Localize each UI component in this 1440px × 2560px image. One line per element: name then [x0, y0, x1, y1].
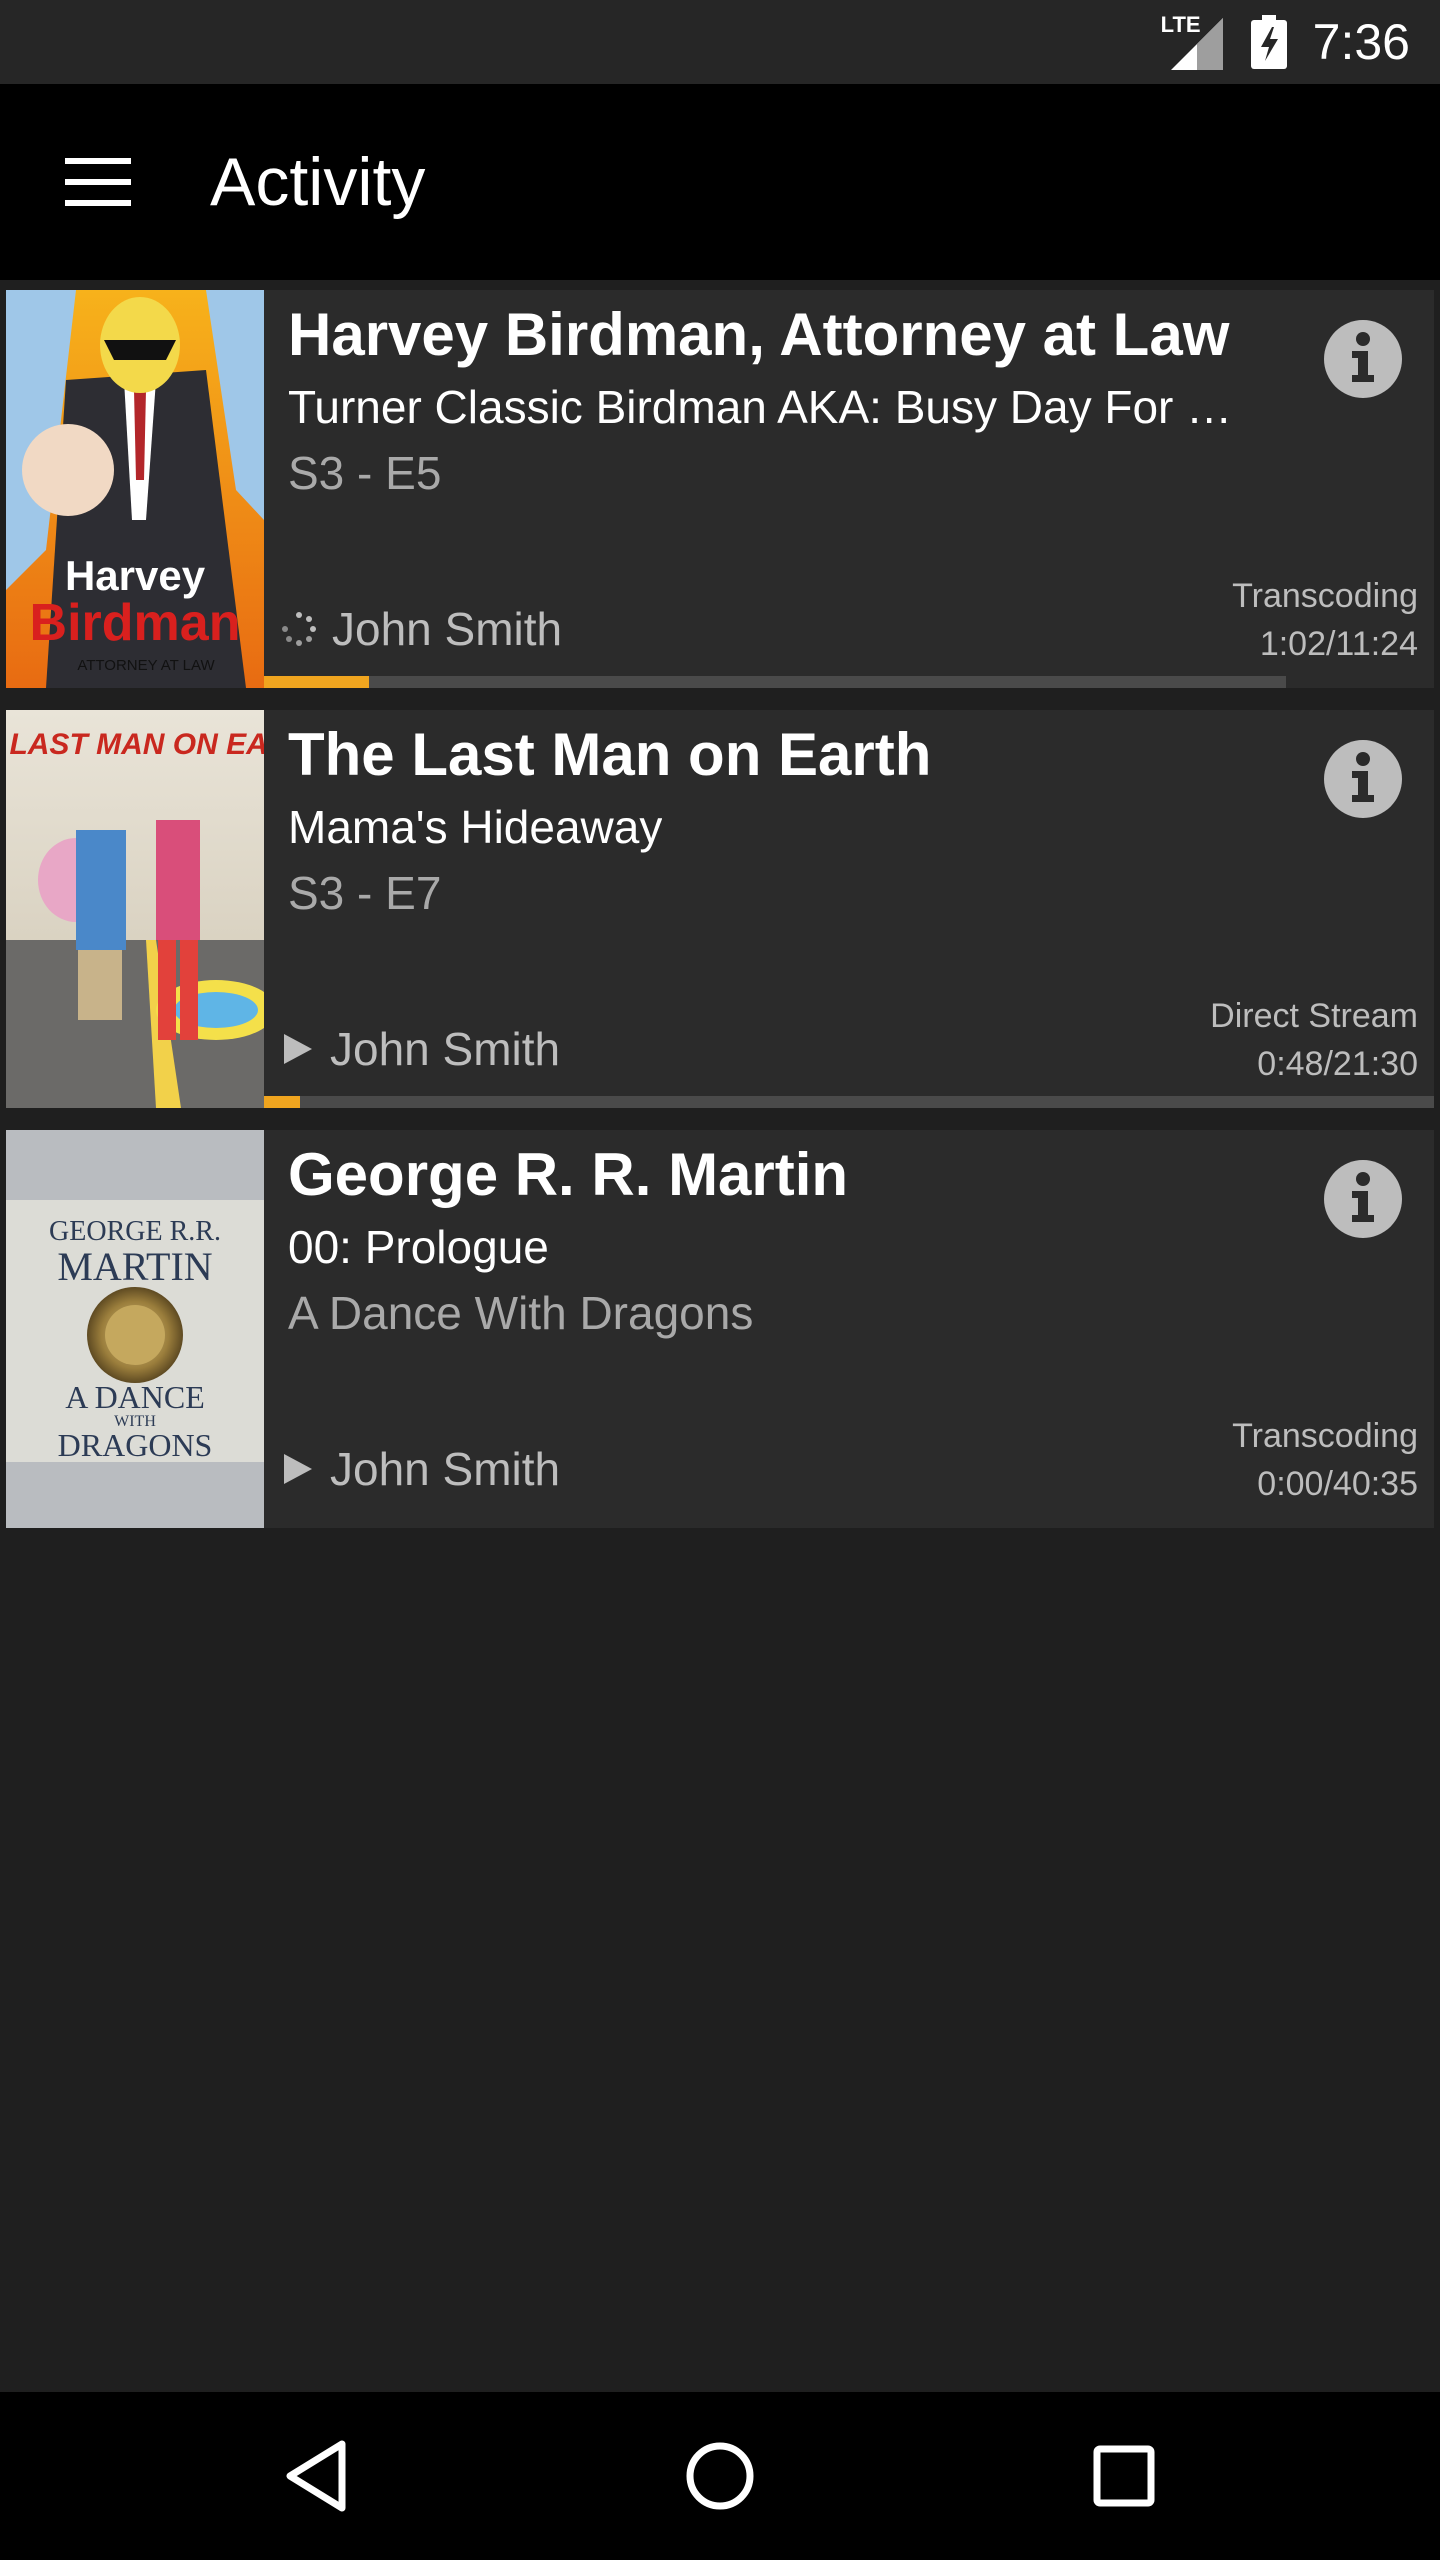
item-detail: A Dance With Dragons [288, 1287, 754, 1339]
system-navigation-bar [0, 2392, 1440, 2560]
stream-info: Transcoding 1:02/11:24 [1232, 572, 1418, 668]
item-subtitle: Mama's Hideaway [288, 801, 663, 853]
recents-square-icon [1093, 2445, 1155, 2507]
activity-card[interactable]: THE LAST MAN ON EARTH The Last Man on Ea… [6, 710, 1434, 1108]
stream-info: Direct Stream 0:48/21:30 [1210, 992, 1418, 1088]
progress-bar [264, 676, 1286, 688]
progress-fill [264, 676, 369, 688]
play-icon [284, 1034, 312, 1064]
user-row: John Smith [282, 1022, 560, 1076]
stream-type: Transcoding [1232, 577, 1418, 615]
stream-info: Transcoding 0:00/40:35 [1232, 1412, 1418, 1508]
hamburger-menu-icon [65, 158, 131, 206]
card-body: Harvey Birdman, Attorney at Law Turner C… [264, 290, 1434, 688]
poster-text: Harvey [65, 552, 206, 599]
info-icon[interactable] [1324, 740, 1402, 818]
info-icon[interactable] [1324, 1160, 1402, 1238]
card-body: George R. R. Martin 00: Prologue A Dance… [264, 1130, 1434, 1528]
item-title: The Last Man on Earth [288, 721, 932, 788]
stream-type: Transcoding [1232, 1417, 1418, 1455]
item-title: Harvey Birdman, Attorney at Law [288, 301, 1230, 368]
user-name: John Smith [332, 603, 563, 655]
signal-icon: LTE [1161, 12, 1225, 72]
poster-thumbnail: GEORGE R.R. MARTIN A DANCE WITH DRAGONS [6, 1130, 264, 1528]
back-triangle-icon [286, 2440, 346, 2512]
app-bar: Activity [0, 84, 1440, 280]
svg-text:MARTIN: MARTIN [57, 1244, 212, 1289]
progress-fill [264, 1096, 300, 1108]
item-detail: S3 - E5 [288, 447, 442, 499]
user-name: John Smith [330, 1023, 561, 1075]
status-bar: LTE 7:36 [0, 0, 1440, 84]
svg-text:Birdman: Birdman [30, 594, 241, 652]
poster-text: GEORGE R.R. [49, 1216, 221, 1247]
poster-thumbnail: THE LAST MAN ON EARTH [6, 710, 264, 1108]
item-subtitle: 00: Prologue [288, 1221, 549, 1273]
poster-text: THE LAST MAN ON EARTH [6, 728, 264, 761]
progress-time: 1:02/11:24 [1259, 625, 1418, 663]
svg-text:ATTORNEY AT LAW: ATTORNEY AT LAW [77, 657, 215, 674]
back-button[interactable] [266, 2426, 366, 2526]
clock: 7:36 [1312, 14, 1410, 70]
svg-text:DRAGONS: DRAGONS [58, 1427, 213, 1463]
recents-button[interactable] [1074, 2426, 1174, 2526]
activity-card[interactable]: Harvey Birdman ATTORNEY AT LAW Harvey Bi… [6, 290, 1434, 688]
svg-text:A DANCE: A DANCE [65, 1379, 205, 1415]
stream-type: Direct Stream [1210, 997, 1418, 1035]
loading-spinner-icon [282, 612, 316, 646]
progress-time: 0:48/21:30 [1257, 1045, 1418, 1083]
card-body: The Last Man on Earth Mama's Hideaway S3… [264, 710, 1434, 1108]
progress-time: 0:00/40:35 [1257, 1465, 1418, 1503]
home-button[interactable] [670, 2426, 770, 2526]
activity-card[interactable]: GEORGE R.R. MARTIN A DANCE WITH DRAGONS … [6, 1130, 1434, 1528]
item-title: George R. R. Martin [288, 1141, 849, 1208]
play-icon [284, 1454, 312, 1484]
user-row: John Smith [282, 1442, 560, 1496]
home-circle-icon [686, 2442, 754, 2510]
user-name: John Smith [330, 1443, 561, 1495]
menu-button[interactable] [48, 132, 148, 232]
item-detail: S3 - E7 [288, 867, 442, 919]
page-title: Activity [210, 144, 426, 220]
info-icon[interactable] [1324, 320, 1402, 398]
user-row: John Smith [282, 602, 562, 656]
progress-bar [264, 1096, 1434, 1108]
item-subtitle: Turner Classic Birdman AKA: Busy Day For… [288, 381, 1233, 433]
battery-icon [1250, 15, 1287, 69]
poster-thumbnail: Harvey Birdman ATTORNEY AT LAW [6, 290, 264, 688]
